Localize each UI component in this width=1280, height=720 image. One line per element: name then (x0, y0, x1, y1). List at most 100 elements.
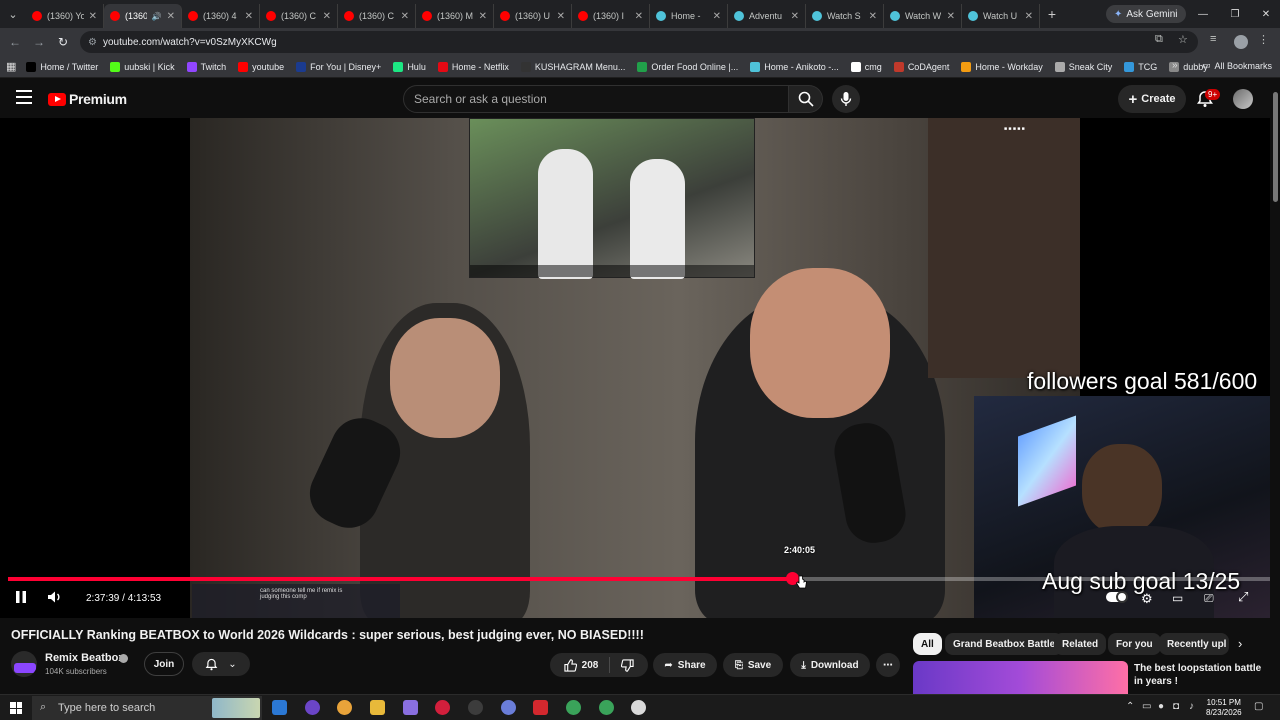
voice-search-button[interactable] (832, 85, 860, 113)
bookmark-item[interactable]: Home / Twitter (20, 61, 104, 72)
tab-close-icon[interactable]: ✕ (89, 11, 97, 22)
bookmark-item[interactable]: Home - Netflix (432, 61, 515, 72)
taskbar-chrome-icon[interactable] (566, 700, 581, 715)
search-button[interactable] (789, 85, 823, 113)
fullscreen-icon[interactable]: ⤢ (1238, 589, 1248, 605)
taskbar-app-icon[interactable] (468, 700, 483, 715)
taskbar-app-icon[interactable] (272, 700, 287, 715)
tray-volume-icon[interactable]: ♪ (1189, 701, 1194, 712)
tab-close-icon[interactable]: ✕ (791, 11, 799, 22)
channel-avatar[interactable] (11, 651, 37, 677)
taskbar-app-icon[interactable] (631, 700, 646, 715)
media-control-icon[interactable]: ≡ (1210, 33, 1216, 45)
bookmark-item[interactable]: youtube (232, 61, 290, 72)
guide-menu-icon[interactable] (16, 90, 32, 104)
create-button[interactable]: + Create (1118, 85, 1186, 113)
bookmark-item[interactable]: Sneak City (1049, 61, 1119, 72)
bookmark-item[interactable]: Order Food Online |... (631, 61, 744, 72)
browser-tab[interactable]: (1360) C ✕ (260, 4, 338, 28)
scrollbar-thumb[interactable] (1273, 92, 1278, 202)
bookmark-item[interactable]: Home - Anikoto -... (744, 61, 845, 72)
pause-icon[interactable] (15, 590, 27, 604)
browser-tab[interactable]: (1360) Yo ✕ (26, 4, 104, 28)
taskbar-clock[interactable]: 10:51 PM 8/23/2026 (1206, 698, 1242, 718)
ask-gemini-button[interactable]: ✦ Ask Gemini (1106, 5, 1186, 23)
windows-start-icon[interactable] (10, 702, 22, 714)
browser-tab[interactable]: Home - ✕ (650, 4, 728, 28)
bookmark-star-icon[interactable]: ☆ (1178, 33, 1188, 46)
browser-tab[interactable]: (1360) I ✕ (572, 4, 650, 28)
bookmark-item[interactable]: For You | Disney+ (290, 61, 387, 72)
more-actions-button[interactable]: ⋯ (876, 653, 900, 677)
theater-mode-icon[interactable]: ▭ (1172, 591, 1183, 605)
tab-audio-icon[interactable]: 🔊 (152, 12, 162, 21)
subscription-bell-button[interactable]: ⌄ (192, 652, 250, 676)
address-bar[interactable]: ⚙ youtube.com/watch?v=v0SzMyXKCWg (80, 31, 1198, 53)
search-input[interactable]: Search or ask a question (403, 85, 789, 113)
tab-close-icon[interactable]: ✕ (479, 11, 487, 22)
taskbar-app-icon[interactable] (403, 700, 418, 715)
browser-menu-icon[interactable]: ⋮ (1258, 33, 1269, 46)
chip-related[interactable]: Related (1054, 633, 1107, 655)
like-button[interactable]: 208 (564, 658, 598, 672)
apps-icon[interactable]: ▦ (6, 60, 16, 73)
bookmark-item[interactable]: uubski | Kick (104, 61, 180, 72)
browser-tab[interactable]: Watch S ✕ (806, 4, 884, 28)
youtube-logo[interactable]: Premium (48, 91, 127, 107)
forward-icon[interactable]: → (30, 33, 48, 51)
channel-name[interactable]: Remix Beatbox (45, 652, 124, 664)
browser-tab[interactable]: Watch W ✕ (884, 4, 962, 28)
close-window-icon[interactable]: ✕ (1250, 0, 1280, 28)
bookmark-item[interactable]: Hulu (387, 61, 432, 72)
video-player[interactable]: ■ ■ ■ ■ ■ followers goal 581/600 Aug sub… (0, 118, 1270, 618)
bookmark-item[interactable]: CoDAgent (888, 61, 956, 72)
profile-avatar[interactable] (1234, 35, 1248, 49)
tray-microphone-icon[interactable]: ● (1158, 701, 1164, 712)
install-app-icon[interactable]: ⧉ (1155, 33, 1163, 46)
back-icon[interactable]: ← (6, 33, 24, 51)
browser-tab[interactable]: (1360) C ✕ (338, 4, 416, 28)
thumbs-down-icon[interactable] (621, 658, 634, 672)
chip-for-you[interactable]: For you (1108, 633, 1161, 655)
tab-close-icon[interactable]: ✕ (167, 11, 175, 22)
join-button[interactable]: Join (144, 652, 184, 676)
tray-app-icon[interactable]: ◘ (1173, 701, 1179, 712)
tab-close-icon[interactable]: ✕ (635, 11, 643, 22)
download-button[interactable]: ⤓ Download (790, 653, 870, 677)
taskbar-app-icon[interactable] (305, 700, 320, 715)
page-scrollbar[interactable] (1270, 78, 1280, 694)
cast-icon[interactable]: ⎚ (1204, 591, 1214, 606)
share-button[interactable]: ➦ Share (653, 653, 717, 677)
bookmark-item[interactable]: KUSHAGRAM Menu... (515, 61, 632, 72)
tab-close-icon[interactable]: ✕ (323, 11, 331, 22)
autoplay-toggle[interactable] (1106, 591, 1128, 603)
account-avatar[interactable] (1233, 89, 1253, 109)
bookmark-item[interactable]: cmg (845, 61, 888, 72)
tray-network-icon[interactable]: ▭ (1142, 701, 1151, 712)
tab-close-icon[interactable]: ✕ (713, 11, 721, 22)
recommendation-thumbnail[interactable] (913, 661, 1128, 695)
taskbar-file-explorer-icon[interactable] (370, 700, 385, 715)
bookmark-item[interactable]: Twitch (181, 61, 233, 72)
chip-all[interactable]: All (913, 633, 942, 655)
tab-search-icon[interactable]: ⌄ (0, 0, 26, 28)
taskbar-app-icon[interactable] (533, 700, 548, 715)
taskbar-app-icon[interactable] (501, 700, 516, 715)
taskbar-chrome-icon[interactable] (599, 700, 614, 715)
browser-tab[interactable]: (1360 🔊 ✕ (104, 4, 182, 28)
save-button[interactable]: ⎘ Save (723, 653, 783, 677)
chevron-right-icon[interactable]: › (1238, 636, 1242, 651)
minimize-icon[interactable]: — (1187, 0, 1219, 28)
taskbar-chrome-icon[interactable] (337, 700, 352, 715)
all-bookmarks-button[interactable]: ▭ All Bookmarks (1202, 60, 1272, 71)
new-tab-button[interactable]: + (1040, 6, 1064, 22)
browser-tab[interactable]: (1360) M ✕ (416, 4, 494, 28)
recommendation-title[interactable]: The best loopstation battle in years ! (1134, 662, 1262, 688)
volume-icon[interactable] (47, 590, 63, 604)
notification-center-icon[interactable]: ▢ (1254, 701, 1263, 712)
bookmark-item[interactable]: TCG (1118, 61, 1163, 72)
tab-close-icon[interactable]: ✕ (557, 11, 565, 22)
settings-gear-icon[interactable]: ⚙ (1141, 591, 1153, 607)
tab-close-icon[interactable]: ✕ (401, 11, 409, 22)
browser-tab[interactable]: Adventu ✕ (728, 4, 806, 28)
